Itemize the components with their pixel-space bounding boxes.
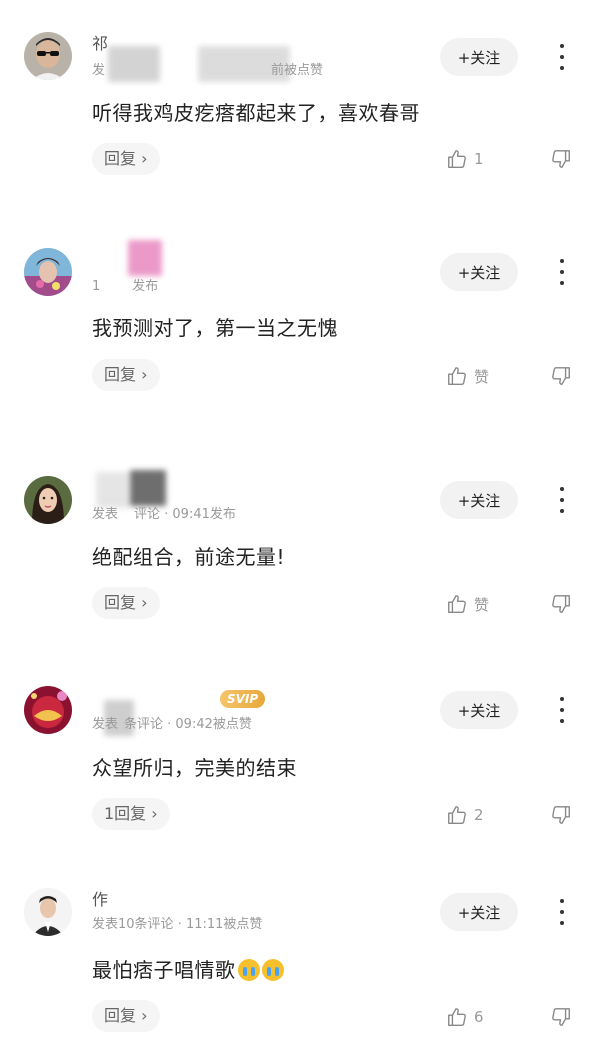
- crying-face-icon: [261, 959, 284, 981]
- follow-button[interactable]: +关注: [440, 691, 518, 729]
- like-button[interactable]: 赞: [446, 590, 489, 618]
- reply-button[interactable]: 回复 ›: [92, 143, 160, 175]
- more-options-icon[interactable]: [552, 695, 572, 725]
- svip-badge: SVIP: [220, 690, 266, 708]
- thumbs-down-icon: [552, 1008, 570, 1026]
- reply-button[interactable]: 1回复 ›: [92, 798, 170, 830]
- reply-button[interactable]: 回复 ›: [92, 1000, 160, 1032]
- username[interactable]: 祁: [92, 34, 108, 54]
- avatar-woman-portrait-icon: [24, 476, 72, 524]
- dislike-button[interactable]: [550, 590, 572, 618]
- redacted-username: [128, 240, 162, 276]
- avatar-man-sunglasses-icon: [24, 32, 72, 80]
- redacted-username: [96, 472, 130, 508]
- follow-button[interactable]: +关注: [440, 893, 518, 931]
- comment-text: 听得我鸡皮疙瘩都起来了，喜欢春哥: [92, 101, 420, 125]
- like-button[interactable]: 6: [446, 1003, 484, 1031]
- comment-meta: 发表10条评论 · 11:11被点赞: [92, 917, 263, 932]
- thumbs-up-icon: [448, 150, 466, 168]
- thumbs-up-icon: [448, 595, 466, 613]
- dislike-button[interactable]: [550, 362, 572, 390]
- like-count: 6: [474, 1008, 484, 1026]
- comment-meta: 发表 条评论 · 09:42被点赞: [92, 717, 252, 732]
- comment-meta: 1 发布: [92, 279, 159, 294]
- comment-text: 最怕痞子唱情歌: [92, 955, 284, 985]
- thumbs-up-icon: [448, 367, 466, 385]
- avatar-festive-logo-icon: [24, 686, 72, 734]
- like-count: 赞: [474, 367, 490, 386]
- comment-meta: 发表 评论 · 09:41发布: [92, 507, 236, 522]
- avatar[interactable]: [24, 476, 72, 524]
- avatar-man-suit-icon: [24, 888, 72, 936]
- comment-meta: 发前被点赞: [92, 63, 324, 78]
- reply-button[interactable]: 回复 ›: [92, 359, 160, 391]
- comment-text: 绝配组合，前途无量!: [92, 545, 286, 569]
- comment-text-body: 最怕痞子唱情歌: [92, 958, 236, 982]
- more-options-icon[interactable]: [552, 42, 572, 72]
- redacted-username: [130, 470, 166, 506]
- crying-face-icon: [237, 959, 260, 981]
- comment-text: 众望所归，完美的结束: [92, 756, 297, 780]
- avatar[interactable]: [24, 32, 72, 80]
- like-count: 2: [474, 806, 484, 824]
- thumbs-down-icon: [552, 367, 570, 385]
- avatar[interactable]: [24, 248, 72, 296]
- dislike-button[interactable]: [550, 1003, 572, 1031]
- like-count: 赞: [474, 595, 490, 614]
- thumbs-down-icon: [552, 806, 570, 824]
- follow-button[interactable]: +关注: [440, 481, 518, 519]
- like-button[interactable]: 2: [446, 801, 484, 829]
- avatar[interactable]: [24, 888, 72, 936]
- more-options-icon[interactable]: [552, 897, 572, 927]
- more-options-icon[interactable]: [552, 257, 572, 287]
- like-button[interactable]: 1: [446, 145, 484, 173]
- thumbs-up-icon: [448, 1008, 466, 1026]
- more-options-icon[interactable]: [552, 485, 572, 515]
- username[interactable]: 作: [92, 890, 108, 910]
- reply-button[interactable]: 回复 ›: [92, 587, 160, 619]
- thumbs-down-icon: [552, 595, 570, 613]
- follow-button[interactable]: +关注: [440, 253, 518, 291]
- thumbs-up-icon: [448, 806, 466, 824]
- like-count: 1: [474, 150, 484, 168]
- dislike-button[interactable]: [550, 801, 572, 829]
- avatar-woman-costume-icon: [24, 248, 72, 296]
- like-button[interactable]: 赞: [446, 362, 489, 390]
- follow-button[interactable]: +关注: [440, 38, 518, 76]
- thumbs-down-icon: [552, 150, 570, 168]
- comment-text: 我预测对了，第一当之无愧: [92, 316, 338, 340]
- avatar[interactable]: [24, 686, 72, 734]
- dislike-button[interactable]: [550, 145, 572, 173]
